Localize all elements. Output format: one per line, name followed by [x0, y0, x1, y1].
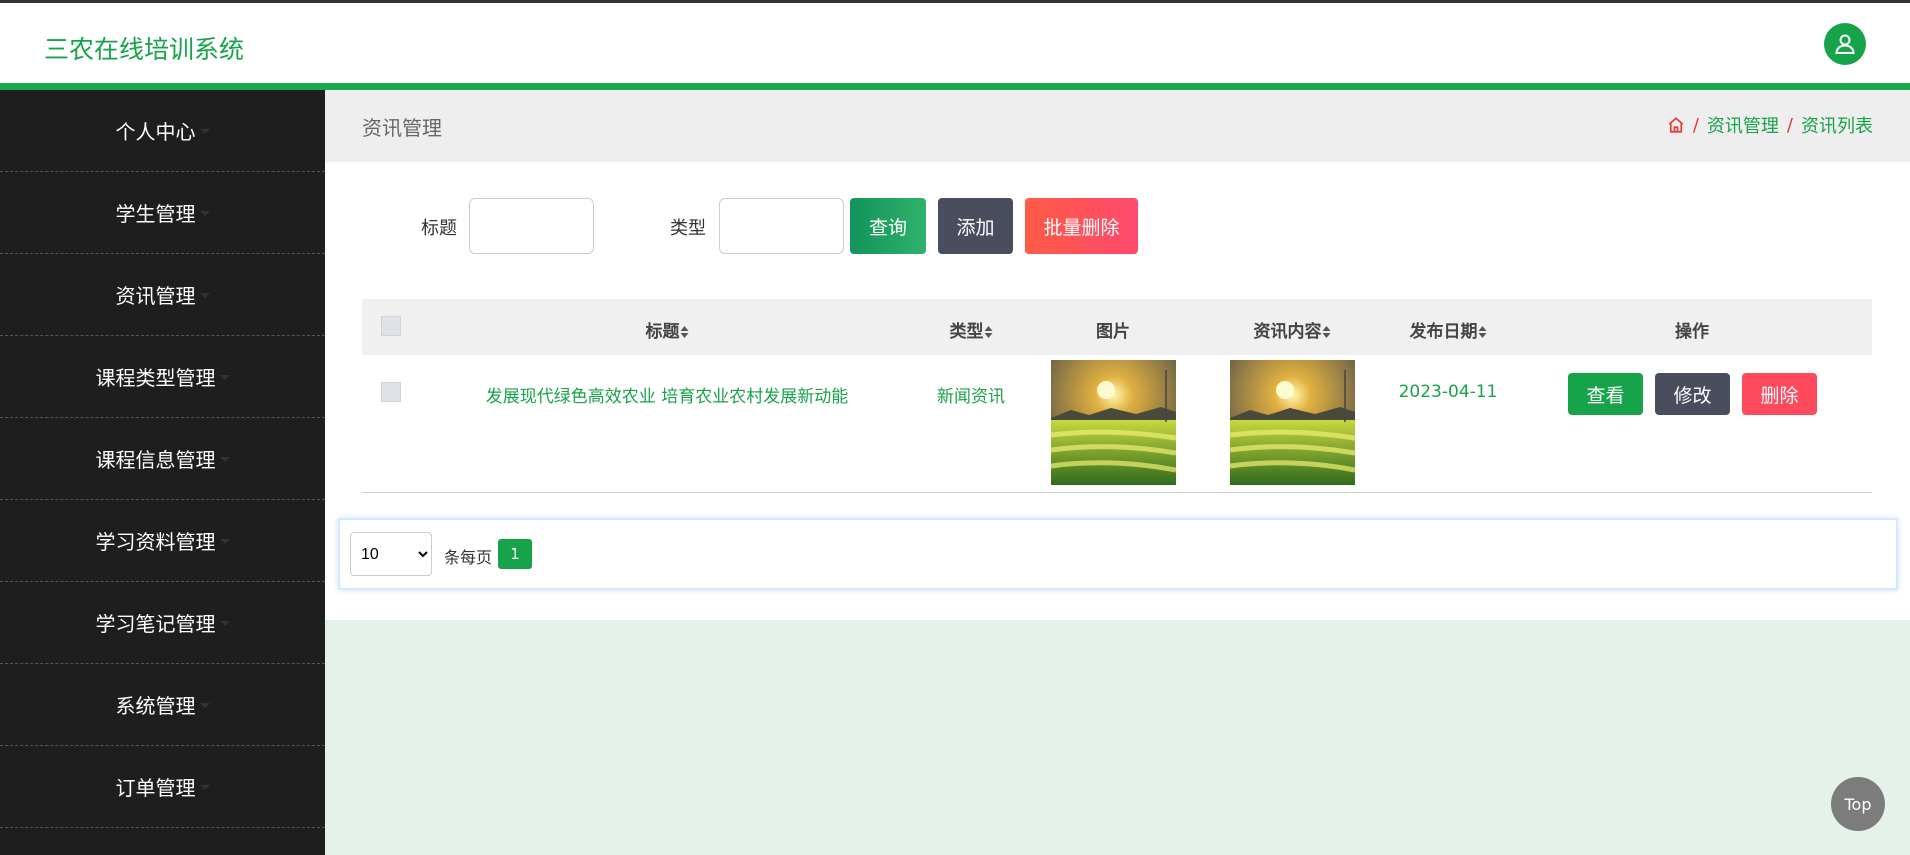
sidebar-item-label: 个人中心 [115, 120, 196, 144]
column-header-image: 图片 [1096, 322, 1130, 342]
sidebar-item-label: 订单管理 [115, 776, 196, 800]
table-header: 标题 类型 图片 资讯内容 发布日期 操作 [362, 299, 1872, 355]
row-title: 发展现代绿色高效农业 培育农业农村发展新动能 [485, 387, 849, 407]
sidebar-item-label: 学习资料管理 [95, 530, 216, 554]
delete-button[interactable]: 删除 [1742, 373, 1817, 415]
news-image-thumbnail [1051, 360, 1176, 485]
main-area: 资讯管理 / 资讯管理 / 资讯列表 标题 类型 查询 添加 批量删除 标题 类… [325, 90, 1910, 855]
sort-icon [1322, 326, 1331, 338]
sort-icon [984, 326, 993, 338]
sidebar-item-system[interactable]: 系统管理 [0, 664, 325, 746]
sidebar-item-study-notes[interactable]: 学习笔记管理 [0, 582, 325, 664]
page-number-button[interactable]: 1 [498, 539, 532, 569]
page-header: 资讯管理 / 资讯管理 / 资讯列表 [325, 90, 1910, 162]
sidebar-item-study-materials[interactable]: 学习资料管理 [0, 500, 325, 582]
sidebar-item-label: 系统管理 [115, 694, 196, 718]
sidebar-item-orders[interactable]: 订单管理 [0, 746, 325, 828]
column-header-title[interactable]: 标题 [646, 317, 689, 342]
top-bar: 三农在线培训系统 [0, 0, 1910, 90]
row-type: 新闻资讯 [937, 387, 1005, 407]
breadcrumb-separator: / [1692, 114, 1699, 136]
caret-down-icon [219, 621, 230, 626]
caret-down-icon [199, 211, 210, 216]
sidebar-item-label: 课程信息管理 [95, 448, 216, 472]
breadcrumb-news-list[interactable]: 资讯列表 [1801, 112, 1873, 138]
back-to-top-button[interactable]: Top [1831, 777, 1885, 831]
sidebar-item-label: 课程类型管理 [95, 366, 216, 390]
app-title: 三农在线培训系统 [44, 35, 245, 64]
column-header-type[interactable]: 类型 [950, 317, 993, 342]
caret-down-icon [219, 539, 230, 544]
caret-down-icon [199, 785, 210, 790]
title-filter-input[interactable] [469, 198, 594, 254]
add-button[interactable]: 添加 [938, 198, 1013, 254]
home-icon[interactable] [1667, 116, 1685, 134]
search-form: 标题 类型 查询 添加 批量删除 [325, 198, 1910, 254]
sidebar-item-label: 学习笔记管理 [95, 612, 216, 636]
sidebar-item-personal-center[interactable]: 个人中心 [0, 90, 325, 172]
column-header-content[interactable]: 资讯内容 [1254, 317, 1331, 342]
type-filter-input[interactable] [719, 198, 844, 254]
edit-button[interactable]: 修改 [1655, 373, 1730, 415]
sidebar-item-students[interactable]: 学生管理 [0, 172, 325, 254]
news-content-thumbnail [1230, 360, 1355, 485]
table-row: 发展现代绿色高效农业 培育农业农村发展新动能 新闻资讯 2023-04-11 查… [362, 355, 1872, 492]
caret-down-icon [199, 703, 210, 708]
column-header-actions: 操作 [1675, 322, 1709, 342]
row-checkbox[interactable] [381, 382, 401, 402]
column-header-date[interactable]: 发布日期 [1410, 317, 1487, 342]
user-icon [1835, 34, 1855, 54]
sidebar-item-label: 学生管理 [115, 202, 196, 226]
per-page-label: 条每页 [444, 548, 493, 567]
caret-down-icon [219, 457, 230, 462]
sort-icon [1478, 326, 1487, 338]
select-all-checkbox[interactable] [381, 316, 401, 336]
sidebar: 个人中心 学生管理 资讯管理 课程类型管理 课程信息管理 学习资料管理 学习笔记… [0, 90, 325, 855]
type-filter-label: 类型 [670, 218, 706, 239]
sidebar-item-label: 资讯管理 [115, 284, 196, 308]
bulk-delete-button[interactable]: 批量删除 [1025, 198, 1138, 254]
row-date: 2023-04-11 [1398, 382, 1498, 402]
page-title: 资讯管理 [362, 116, 442, 140]
caret-down-icon [219, 375, 230, 380]
news-table: 标题 类型 图片 资讯内容 发布日期 操作 发展现代绿色高效农业 培育农业农村发… [362, 299, 1872, 493]
view-button[interactable]: 查看 [1568, 373, 1643, 415]
title-filter-label: 标题 [421, 218, 457, 239]
sidebar-item-course-types[interactable]: 课程类型管理 [0, 336, 325, 418]
sidebar-item-news[interactable]: 资讯管理 [0, 254, 325, 336]
breadcrumb: / 资讯管理 / 资讯列表 [1667, 112, 1873, 138]
pagination-bar: 10 条每页 1 [338, 518, 1898, 590]
breadcrumb-news-management[interactable]: 资讯管理 [1707, 112, 1779, 138]
sort-icon [680, 326, 689, 338]
breadcrumb-separator: / [1786, 114, 1793, 136]
user-avatar[interactable] [1824, 23, 1866, 65]
page-size-select[interactable]: 10 [350, 532, 432, 576]
caret-down-icon [199, 293, 210, 298]
caret-down-icon [199, 129, 210, 134]
query-button[interactable]: 查询 [850, 198, 926, 254]
sidebar-item-course-info[interactable]: 课程信息管理 [0, 418, 325, 500]
